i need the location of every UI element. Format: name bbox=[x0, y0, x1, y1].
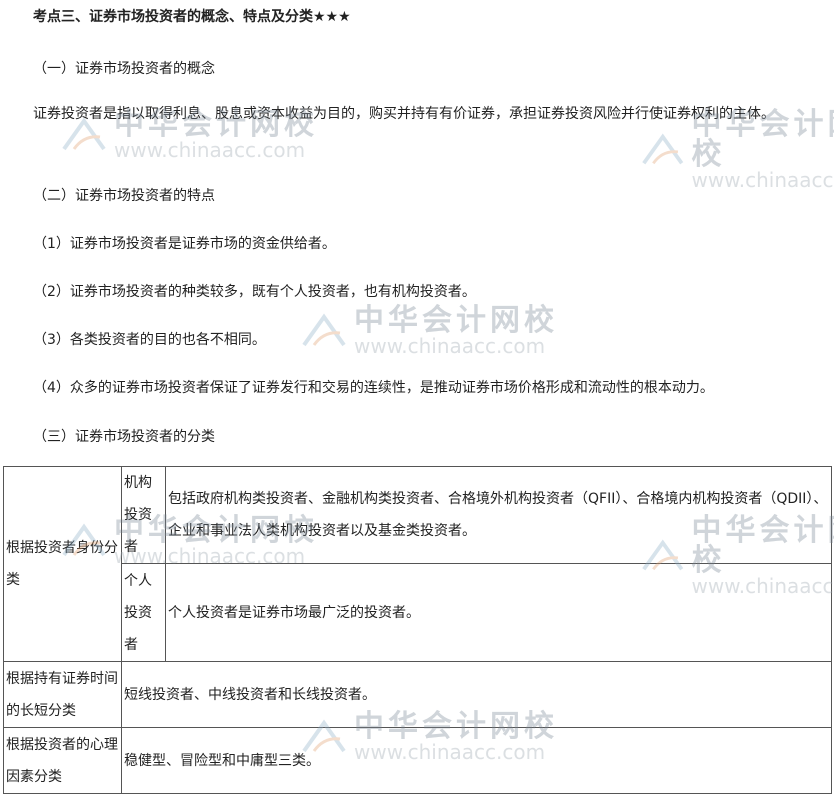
table-row: 个人投资者 个人投资者是证券市场最广泛的投资者。 bbox=[4, 563, 832, 662]
watermark-logo-icon bbox=[642, 133, 684, 165]
table-cell-desc: 包括政府机构类投资者、金融机构类投资者、合格境外机构投资者（QFII）、合格境内… bbox=[165, 466, 832, 564]
page-title: 考点三、证券市场投资者的概念、特点及分类★★★ bbox=[33, 9, 351, 25]
watermark-cn: 中华会计网校 bbox=[354, 303, 558, 338]
table-cell-category: 根据持有证券时间的长短分类 bbox=[3, 661, 122, 728]
table-cell-type: 个人投资者 bbox=[121, 563, 166, 662]
table-cell-category: 根据投资者身份分类 bbox=[3, 466, 122, 662]
table-row: 根据投资者的心理因素分类 稳健型、冒险型和中庸型三类。 bbox=[3, 727, 832, 794]
watermark: 中华会计网校www.chinaacc.com bbox=[300, 306, 558, 356]
table-cell-type: 机构投资者 bbox=[121, 466, 166, 564]
table-row: 根据持有证券时间的长短分类 短线投资者、中线投资者和长线投资者。 bbox=[3, 661, 832, 728]
table-cell-desc: 稳健型、冒险型和中庸型三类。 bbox=[121, 727, 832, 794]
table-cell-desc: 个人投资者是证券市场最广泛的投资者。 bbox=[165, 563, 832, 662]
classification-table: 根据投资者身份分类 机构投资者 包括政府机构类投资者、金融机构类投资者、合格境外… bbox=[3, 466, 832, 794]
table-cell-desc: 短线投资者、中线投资者和长线投资者。 bbox=[121, 661, 832, 728]
watermark-logo-icon bbox=[302, 313, 346, 347]
section-heading-concept: （一）证券市场投资者的概念 bbox=[33, 61, 215, 77]
table-cell-category: 根据投资者的心理因素分类 bbox=[3, 727, 122, 794]
watermark-en: www.chinaacc.com bbox=[691, 168, 834, 192]
watermark-en: www.chinaacc.com bbox=[354, 334, 546, 358]
feature-item: （2）证券市场投资者的种类较多，既有个人投资者，也有机构投资者。 bbox=[33, 284, 476, 300]
table-row: 根据投资者身份分类 机构投资者 包括政府机构类投资者、金融机构类投资者、合格境外… bbox=[3, 466, 832, 662]
feature-item: （1）证券市场投资者是证券市场的资金供给者。 bbox=[33, 236, 336, 252]
feature-item: （4）众多的证券市场投资者保证了证券发行和交易的连续性，是推动证券市场价格形成和… bbox=[33, 380, 714, 396]
section-heading-classification: （三）证券市场投资者的分类 bbox=[33, 429, 215, 445]
feature-item: （3）各类投资者的目的也各不相同。 bbox=[33, 332, 266, 348]
section-heading-features: （二）证券市场投资者的特点 bbox=[33, 188, 215, 204]
definition-paragraph: 证券投资者是指以取得利息、股息或资本收益为目的，购买并持有有价证券，承担证券投资… bbox=[33, 106, 775, 122]
watermark-en: www.chinaacc.com bbox=[114, 138, 306, 162]
